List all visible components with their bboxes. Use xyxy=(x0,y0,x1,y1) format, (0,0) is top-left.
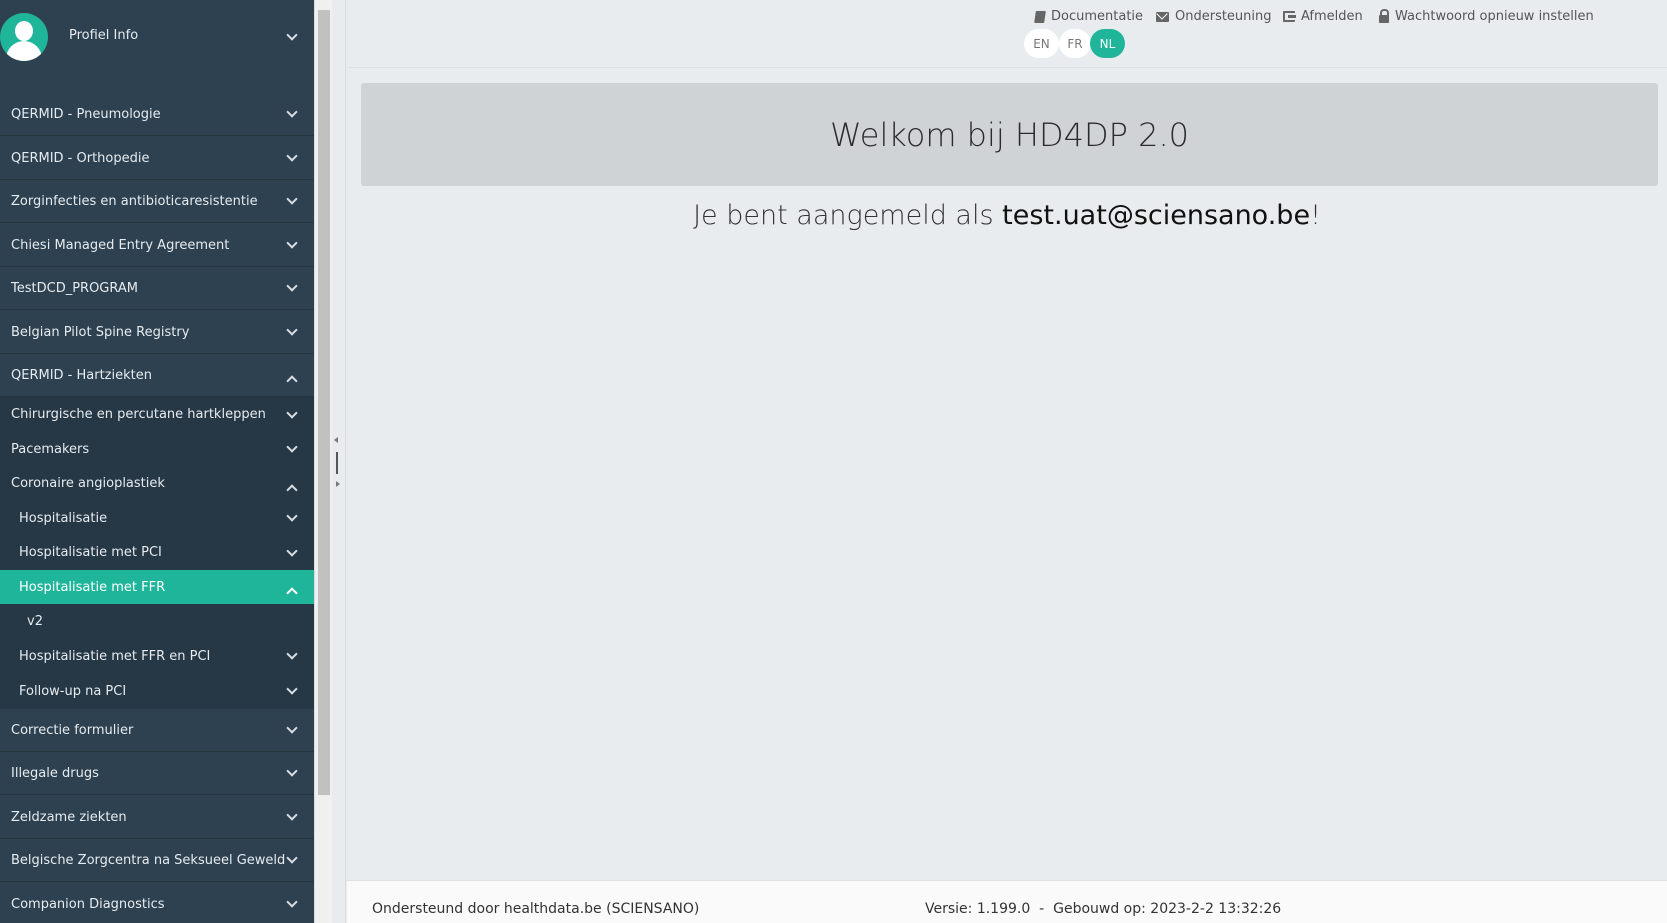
chevron-up-icon xyxy=(286,587,298,599)
chevron-down-icon xyxy=(286,722,298,734)
sidebar-item-zorginfecties[interactable]: Zorginfecties en antibioticaresistentie xyxy=(0,180,314,223)
sidebar-item-v2[interactable]: v2 xyxy=(0,604,314,639)
logged-in-suffix: ! xyxy=(1310,200,1321,231)
chevron-down-icon xyxy=(286,193,298,205)
sidebar-item-hospitalisatie-ffr-pci[interactable]: Hospitalisatie met FFR en PCI xyxy=(0,639,314,673)
sidebar-item-label: Illegale drugs xyxy=(11,765,99,781)
chevron-down-icon xyxy=(286,29,298,41)
collapse-left-icon[interactable] xyxy=(334,437,338,443)
logout-link[interactable]: Afmelden xyxy=(1283,9,1363,24)
logged-in-prefix: Je bent aangemeld als xyxy=(693,200,1003,231)
sidebar-item-belgian-pilot-spine[interactable]: Belgian Pilot Spine Registry xyxy=(0,311,314,354)
welcome-banner: Welkom bij HD4DP 2.0 xyxy=(361,83,1658,186)
sidebar-item-zeldzame-ziekten[interactable]: Zeldzame ziekten xyxy=(0,796,314,839)
logged-in-message: Je bent aangemeld als test.uat@sciensano… xyxy=(347,200,1667,231)
sidebar-item-label: Belgian Pilot Spine Registry xyxy=(11,324,190,340)
sidebar-item-pacemakers[interactable]: Pacemakers xyxy=(0,432,314,466)
sidebar-item-label: Chirurgische en percutane hartkleppen xyxy=(11,407,266,422)
sidebar-item-label: Companion Diagnostics xyxy=(11,896,165,912)
support-link[interactable]: Ondersteuning xyxy=(1156,9,1272,24)
chevron-down-icon xyxy=(286,896,298,908)
sidebar-scrollbar[interactable] xyxy=(314,0,332,923)
sidebar-item-correctie-formulier[interactable]: Correctie formulier xyxy=(0,709,314,752)
chevron-up-icon xyxy=(286,375,298,387)
language-en-button[interactable]: EN xyxy=(1024,29,1059,58)
support-label: Ondersteuning xyxy=(1175,9,1272,24)
language-fr-button[interactable]: FR xyxy=(1059,29,1091,58)
footer: Ondersteund door healthdata.be (SCIENSAN… xyxy=(347,880,1667,923)
chevron-down-icon xyxy=(286,324,298,336)
sidebar-item-label: Belgische Zorgcentra na Seksueel Geweld xyxy=(11,852,286,868)
profile-info-toggle[interactable]: Profiel Info xyxy=(0,0,314,74)
sidebar-item-hospitalisatie-pci[interactable]: Hospitalisatie met PCI xyxy=(0,535,314,570)
documentation-label: Documentatie xyxy=(1051,9,1144,24)
chevron-down-icon xyxy=(286,237,298,249)
sidebar-item-hospitalisatie-ffr[interactable]: Hospitalisatie met FFR xyxy=(0,570,314,604)
footer-version: Versie: 1.199.0 - Gebouwd op: 2023-2-2 1… xyxy=(925,901,1282,917)
sidebar-item-label: Hospitalisatie met FFR en PCI xyxy=(19,648,211,664)
sign-out-icon xyxy=(1283,11,1296,22)
sidebar-item-label: Chiesi Managed Entry Agreement xyxy=(11,237,230,253)
chevron-up-icon xyxy=(286,483,298,496)
user-avatar-icon xyxy=(0,13,48,61)
book-icon xyxy=(1034,10,1046,23)
chevron-down-icon xyxy=(286,648,298,660)
sidebar-item-label: TestDCD_PROGRAM xyxy=(11,280,138,296)
chevron-down-icon xyxy=(286,765,298,777)
chevron-down-icon xyxy=(286,683,298,695)
chevron-down-icon xyxy=(286,406,298,419)
language-nl-button[interactable]: NL xyxy=(1090,29,1125,58)
chevron-down-icon xyxy=(286,510,298,522)
sidebar-item-chiesi[interactable]: Chiesi Managed Entry Agreement xyxy=(0,224,314,267)
sidebar-item-label: Correctie formulier xyxy=(11,722,134,738)
profile-info-label: Profiel Info xyxy=(69,28,139,43)
reset-password-link[interactable]: Wachtwoord opnieuw instellen xyxy=(1379,8,1594,24)
sidebar-item-qermid-hartziekten[interactable]: QERMID - Hartziekten xyxy=(0,354,314,397)
sidebar-item-label: QERMID - Pneumologie xyxy=(11,106,161,122)
sidebar: Profiel Info QERMID - Pneumologie QERMID… xyxy=(0,0,314,923)
sidebar-item-testdcd-program[interactable]: TestDCD_PROGRAM xyxy=(0,267,314,310)
top-header: Documentatie Ondersteuning Afmelden Wach… xyxy=(347,0,1667,68)
chevron-down-icon xyxy=(286,150,298,162)
chevron-down-icon xyxy=(286,544,298,557)
chevron-down-icon xyxy=(286,280,298,292)
sidebar-item-label: Pacemakers xyxy=(11,441,90,457)
sidebar-item-label: Hospitalisatie met FFR xyxy=(19,579,166,595)
scrollbar-thumb[interactable] xyxy=(318,10,330,795)
footer-supported-by: Ondersteund door healthdata.be (SCIENSAN… xyxy=(372,901,700,917)
sidebar-item-companion-diagnostics[interactable]: Companion Diagnostics xyxy=(0,883,314,923)
sidebar-item-label: Zorginfecties en antibioticaresistentie xyxy=(11,193,258,209)
documentation-link[interactable]: Documentatie xyxy=(1034,9,1144,24)
welcome-title: Welkom bij HD4DP 2.0 xyxy=(830,115,1189,154)
envelope-icon xyxy=(1156,11,1169,22)
splitter-grip[interactable] xyxy=(336,452,338,474)
sidebar-item-illegale-drugs[interactable]: Illegale drugs xyxy=(0,752,314,795)
sidebar-item-qermid-pneumologie[interactable]: QERMID - Pneumologie xyxy=(0,93,314,136)
sidebar-item-label: Coronaire angioplastiek xyxy=(11,476,165,491)
sidebar-item-label: v2 xyxy=(27,614,43,629)
sidebar-item-follow-up-pci[interactable]: Follow-up na PCI xyxy=(0,673,314,709)
logged-in-email: test.uat@sciensano.be xyxy=(1002,200,1311,231)
chevron-down-icon xyxy=(286,441,298,453)
sidebar-item-qermid-orthopedie[interactable]: QERMID - Orthopedie xyxy=(0,137,314,180)
sidebar-item-label: Hospitalisatie met PCI xyxy=(19,545,162,560)
expand-right-icon[interactable] xyxy=(336,481,340,487)
chevron-down-icon xyxy=(286,809,298,821)
chevron-down-icon xyxy=(286,106,298,118)
sidebar-item-zorgcentra-seksueel-geweld[interactable]: Belgische Zorgcentra na Seksueel Geweld xyxy=(0,839,314,882)
panel-splitter[interactable] xyxy=(332,0,346,923)
chevron-down-icon xyxy=(286,852,298,864)
sidebar-item-label: Hospitalisatie xyxy=(19,510,108,526)
sidebar-item-label: QERMID - Hartziekten xyxy=(11,367,152,383)
sidebar-item-label: QERMID - Orthopedie xyxy=(11,150,150,166)
sidebar-item-hartkleppen[interactable]: Chirurgische en percutane hartkleppen xyxy=(0,397,314,432)
reset-password-label: Wachtwoord opnieuw instellen xyxy=(1395,9,1594,24)
sidebar-item-hospitalisatie[interactable]: Hospitalisatie xyxy=(0,501,314,535)
lock-icon xyxy=(1379,8,1389,23)
sidebar-item-label: Zeldzame ziekten xyxy=(11,809,127,825)
logout-label: Afmelden xyxy=(1301,9,1363,24)
sidebar-item-coronaire-angioplastiek[interactable]: Coronaire angioplastiek xyxy=(0,466,314,501)
sidebar-item-label: Follow-up na PCI xyxy=(19,683,127,699)
